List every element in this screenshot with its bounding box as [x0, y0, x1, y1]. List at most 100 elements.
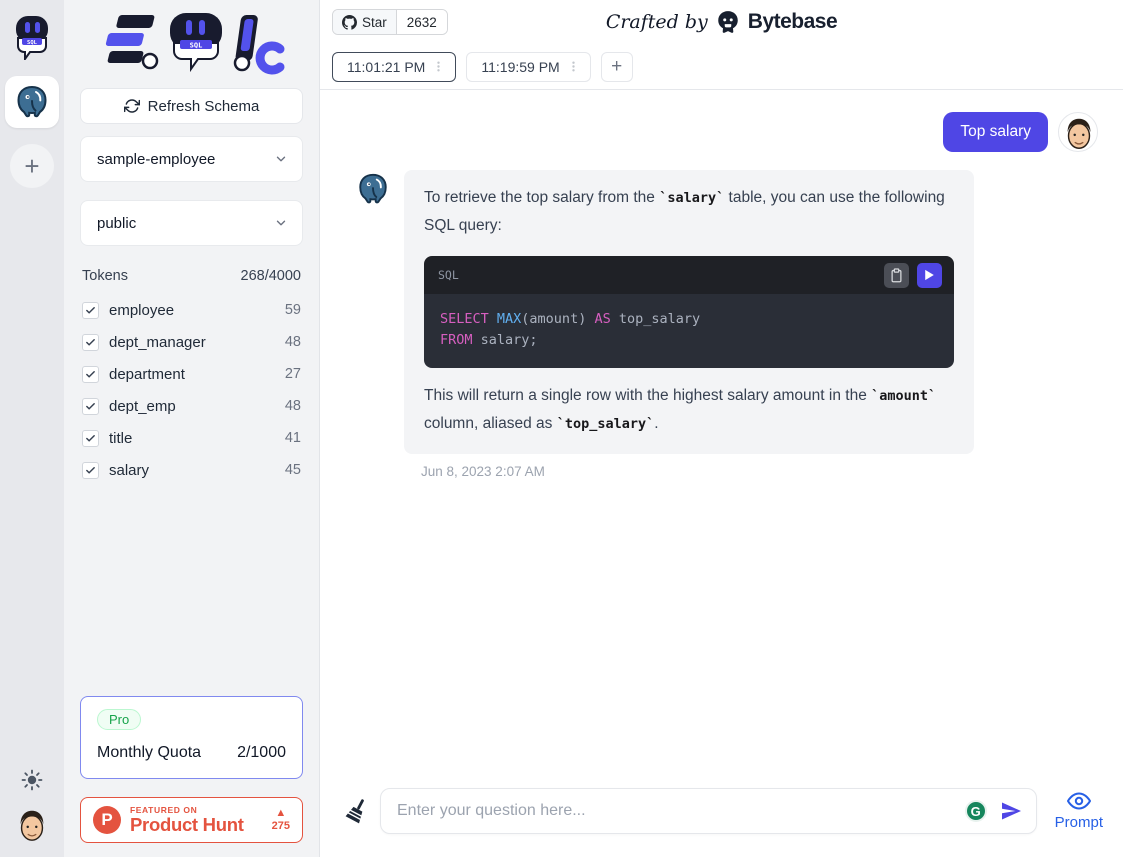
- table-name: dept_emp: [109, 398, 285, 415]
- table-list: employee 59 dept_manager 48 department 2…: [80, 294, 303, 486]
- eye-icon: [1067, 791, 1091, 811]
- table-checkbox[interactable]: [82, 398, 99, 415]
- kebab-menu-icon[interactable]: [432, 60, 445, 73]
- theme-toggle-button[interactable]: [21, 769, 43, 791]
- quota-value: 2/1000: [237, 744, 286, 762]
- table-row[interactable]: dept_manager 48: [80, 326, 303, 358]
- sqlchat-logo-icon: SQL: [94, 11, 290, 77]
- composer: G Prompt: [320, 779, 1123, 857]
- check-icon: [85, 401, 96, 412]
- tab-conversation-1[interactable]: 11:01:21 PM: [332, 52, 456, 82]
- assistant-avatar: [356, 172, 390, 206]
- conversation-tabs: 11:01:21 PM 11:19:59 PM +: [320, 44, 1123, 90]
- sun-icon: [21, 769, 43, 791]
- tab-conversation-2[interactable]: 11:19:59 PM: [466, 52, 590, 82]
- plus-icon: +: [611, 56, 622, 78]
- schema-select[interactable]: public: [80, 200, 303, 246]
- tab-label: 11:19:59 PM: [481, 59, 559, 75]
- tokens-row: Tokens 268/4000: [82, 268, 301, 284]
- table-row[interactable]: title 41: [80, 422, 303, 454]
- prompt-button[interactable]: Prompt: [1055, 791, 1103, 831]
- refresh-schema-button[interactable]: Refresh Schema: [80, 88, 303, 124]
- product-hunt-name: Product Hunt: [130, 815, 244, 834]
- code-line: SELECT MAX(amount) AS top_salary: [440, 309, 938, 330]
- table-token-count: 48: [285, 398, 301, 414]
- sqlchat-bot-avatar-icon[interactable]: SQL: [10, 12, 54, 62]
- table-token-count: 41: [285, 430, 301, 446]
- check-icon: [85, 465, 96, 476]
- svg-text:SQL: SQL: [27, 40, 38, 46]
- sqlchat-logo: SQL: [80, 0, 303, 88]
- prompt-label: Prompt: [1055, 814, 1103, 831]
- table-row[interactable]: department 27: [80, 358, 303, 390]
- robot-icon: SQL: [12, 14, 52, 60]
- plus-icon: +: [24, 153, 39, 179]
- copy-code-button[interactable]: [884, 263, 909, 288]
- bytebase-brand-name: Bytebase: [748, 10, 837, 34]
- question-input-wrap: G: [380, 788, 1037, 834]
- connection-postgres[interactable]: [5, 76, 59, 128]
- code-line: FROM salary;: [440, 330, 938, 351]
- table-name: title: [109, 430, 285, 447]
- table-checkbox[interactable]: [82, 462, 99, 479]
- user-face-icon: [1059, 113, 1098, 152]
- table-name: department: [109, 366, 285, 383]
- user-message-bubble: Top salary: [943, 112, 1048, 152]
- add-connection-button[interactable]: +: [10, 144, 54, 188]
- crafted-by-bytebase[interactable]: Crafted by Bytebase: [606, 9, 837, 35]
- chevron-down-icon: [274, 152, 288, 166]
- table-row[interactable]: employee 59: [80, 294, 303, 326]
- message-timestamp: Jun 8, 2023 2:07 AM: [421, 464, 974, 479]
- database-select[interactable]: sample-employee: [80, 136, 303, 182]
- clear-conversation-button[interactable]: [344, 797, 370, 825]
- product-hunt-badge[interactable]: P FEATURED ON Product Hunt ▲ 275: [80, 797, 303, 843]
- question-input[interactable]: [380, 788, 1037, 834]
- table-name: salary: [109, 462, 285, 479]
- table-checkbox[interactable]: [82, 366, 99, 383]
- table-row[interactable]: salary 45: [80, 454, 303, 486]
- postgres-elephant-icon: [14, 84, 50, 120]
- sidebar-spacer: [80, 486, 303, 696]
- run-query-button[interactable]: [917, 263, 942, 288]
- refresh-icon: [124, 98, 140, 114]
- main-panel: Star 2632 Crafted by Bytebase 11:01:21 P…: [320, 0, 1123, 857]
- github-star-button[interactable]: Star 2632: [332, 9, 448, 35]
- sidebar: SQL Refresh Schema sample-employee publi…: [64, 0, 320, 857]
- assistant-message-wrap: To retrieve the top salary from the `sal…: [404, 170, 974, 479]
- send-button[interactable]: [999, 799, 1023, 823]
- check-icon: [85, 433, 96, 444]
- schema-select-value: public: [97, 215, 136, 232]
- pro-badge: Pro: [97, 709, 141, 730]
- check-icon: [85, 305, 96, 316]
- connection-rail: SQL +: [0, 0, 64, 857]
- check-icon: [85, 369, 96, 380]
- kebab-menu-icon[interactable]: [567, 60, 580, 73]
- table-checkbox[interactable]: [82, 430, 99, 447]
- quota-card: Pro Monthly Quota 2/1000: [80, 696, 303, 779]
- table-checkbox[interactable]: [82, 334, 99, 351]
- chat-area: Top salary: [320, 90, 1123, 779]
- tokens-value: 268/4000: [241, 268, 301, 284]
- app-root: SQL +: [0, 0, 1123, 857]
- assistant-message-bubble: To retrieve the top salary from the `sal…: [404, 170, 974, 454]
- table-row[interactable]: dept_emp 48: [80, 390, 303, 422]
- upvote-triangle-icon: ▲: [275, 808, 286, 819]
- new-conversation-button[interactable]: +: [601, 52, 633, 82]
- inline-code: `amount`: [871, 388, 936, 404]
- crafted-by-label: Crafted by: [606, 11, 708, 33]
- assistant-intro-paragraph: To retrieve the top salary from the `sal…: [424, 184, 954, 240]
- check-icon: [85, 337, 96, 348]
- sql-code-block: SQL: [424, 256, 954, 368]
- clipboard-icon: [890, 268, 903, 283]
- broom-icon: [344, 797, 370, 825]
- table-name: employee: [109, 302, 285, 319]
- grammarly-icon[interactable]: G: [965, 800, 987, 822]
- star-label: Star: [362, 15, 387, 30]
- main-header: Star 2632 Crafted by Bytebase: [320, 0, 1123, 44]
- table-token-count: 59: [285, 302, 301, 318]
- tokens-label: Tokens: [82, 268, 128, 284]
- user-account-avatar[interactable]: [13, 805, 51, 845]
- assistant-outro-paragraph: This will return a single row with the h…: [424, 382, 954, 438]
- table-checkbox[interactable]: [82, 302, 99, 319]
- postgres-elephant-icon: [356, 172, 390, 206]
